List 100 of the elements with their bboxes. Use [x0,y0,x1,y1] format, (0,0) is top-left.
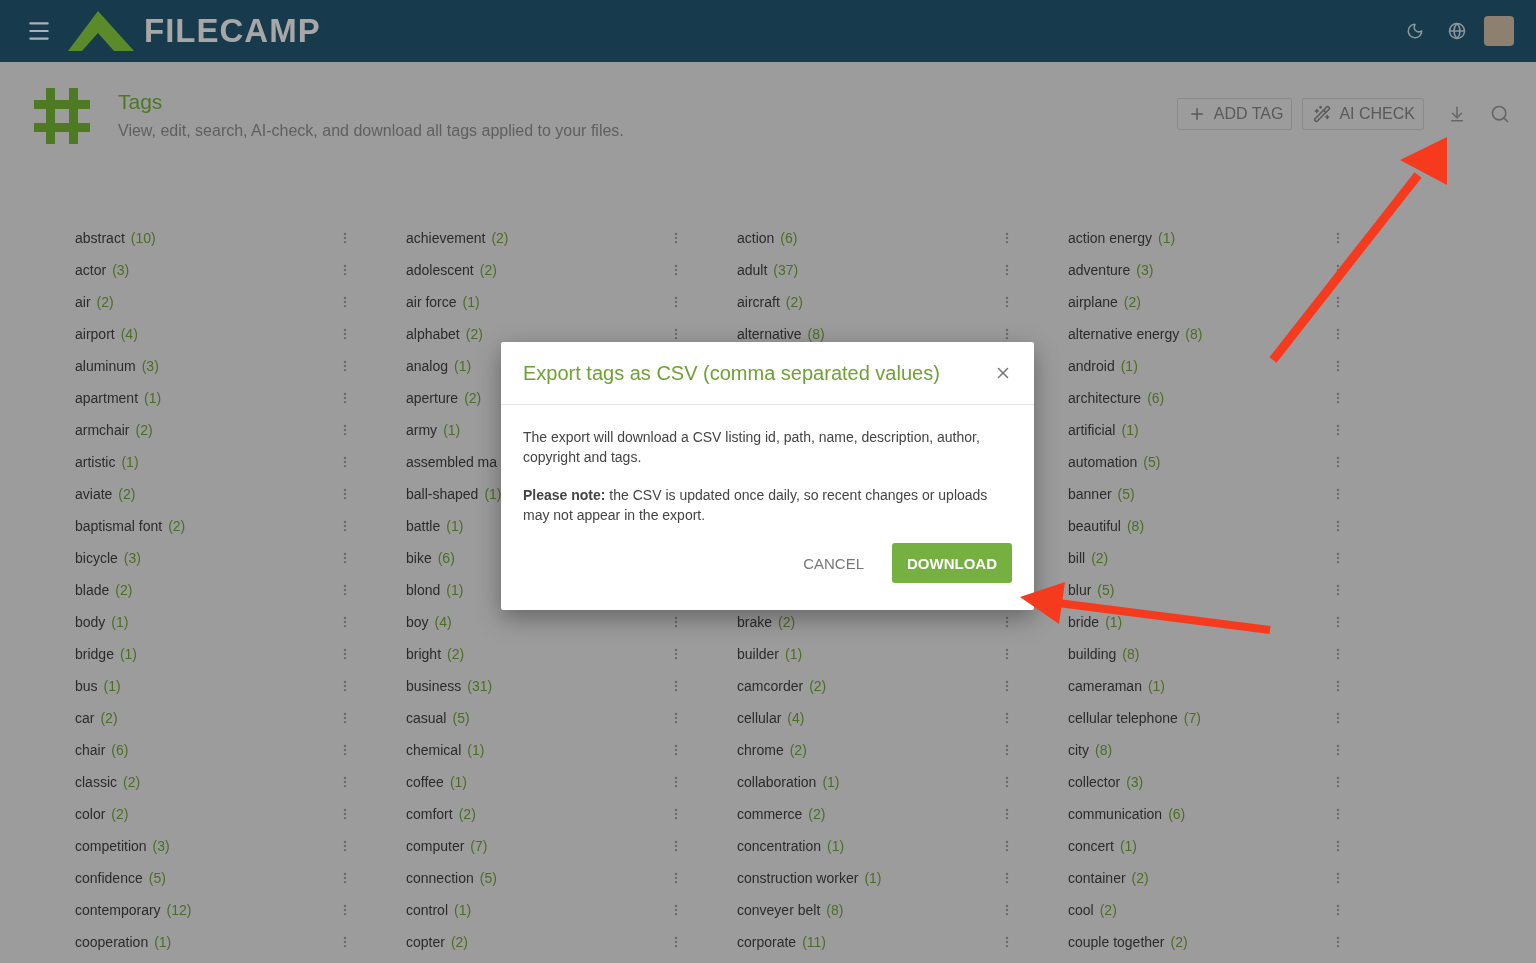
tag-name[interactable]: cameraman [1068,678,1142,694]
tag-count: (1) [454,902,472,918]
tag-name[interactable]: business [406,678,462,694]
cancel-button[interactable]: CANCEL [789,544,878,582]
tag-name[interactable]: camcorder [737,678,804,694]
tag-name[interactable]: body [75,614,106,630]
tag-name[interactable]: concentration [737,838,822,854]
tag-name[interactable]: city [1068,742,1089,758]
avatar[interactable] [1484,16,1514,46]
tag-name[interactable]: container [1068,870,1126,886]
tag-name[interactable]: construction worker [737,870,859,886]
tag-count: (5) [479,870,497,886]
tag-name[interactable]: casual [406,710,447,726]
tag-name[interactable]: airplane [1068,294,1118,310]
tag-name[interactable]: air [75,294,91,310]
tag-name[interactable]: action energy [1068,230,1153,246]
tag-name[interactable]: car [75,710,95,726]
tag-name[interactable]: adventure [1068,262,1131,278]
tag-name[interactable]: army [406,422,438,438]
tag-name[interactable]: bike [406,550,432,566]
tag-name[interactable]: bus [75,678,98,694]
tag-count: (1) [1120,358,1138,374]
tag-name[interactable]: action [737,230,775,246]
search-icon[interactable] [1490,104,1510,124]
tag-name[interactable]: apartment [75,390,139,406]
tag-name[interactable]: classic [75,774,117,790]
tag-name[interactable]: banner [1068,486,1112,502]
tag-name[interactable]: beautiful [1068,518,1121,534]
tag-name[interactable]: chrome [737,742,784,758]
tag-name[interactable]: communication [1068,806,1163,822]
tag-name[interactable]: building [1068,646,1117,662]
tag-name[interactable]: concert [1068,838,1114,854]
tag-name[interactable]: abstract [75,230,125,246]
tag-count: (2) [809,678,827,694]
moon-icon[interactable] [1406,22,1424,40]
tag-name[interactable]: bride [1068,614,1100,630]
tag-name[interactable]: bridge [75,646,114,662]
tag-name[interactable]: assembled ma [406,454,498,470]
globe-icon[interactable] [1448,22,1466,40]
tag-name[interactable]: computer [406,838,465,854]
tag-name[interactable]: bill [1068,550,1086,566]
tag-name[interactable]: ball-shaped [406,486,479,502]
tag-name[interactable]: chemical [406,742,462,758]
tag-name[interactable]: blade [75,582,110,598]
tag-name[interactable]: couple together [1068,934,1165,950]
tag-name[interactable]: copter [406,934,445,950]
tag-name[interactable]: conveyer belt [737,902,821,918]
tag-name[interactable]: comfort [406,806,453,822]
tag-name[interactable]: contemporary [75,902,161,918]
tag-name[interactable]: cooperation [75,934,149,950]
tag-name[interactable]: brake [737,614,773,630]
tag-name[interactable]: analog [406,358,449,374]
tag-name[interactable]: armchair [75,422,130,438]
tag-count: (6) [1147,390,1165,406]
tag-name[interactable]: competition [75,838,147,854]
tag-name[interactable]: cellular [737,710,782,726]
tag-name[interactable]: confidence [75,870,143,886]
tag-name[interactable]: battle [406,518,441,534]
tag-name[interactable]: actor [75,262,107,278]
tag-name[interactable]: aviate [75,486,113,502]
tag-name[interactable]: cellular telephone [1068,710,1178,726]
tag-name[interactable]: control [406,902,449,918]
tag-count: (1) [467,742,485,758]
tag-name[interactable]: collaboration [737,774,817,790]
tag-name[interactable]: cool [1068,902,1094,918]
tag-name[interactable]: corporate [737,934,797,950]
tag-count: (2) [465,326,483,342]
tag-name[interactable]: aircraft [737,294,780,310]
tag-name[interactable]: artistic [75,454,116,470]
tag-name[interactable]: artificial [1068,422,1116,438]
tag-name[interactable]: achievement [406,230,486,246]
tag-name[interactable]: coffee [406,774,444,790]
tag-name[interactable]: alphabet [406,326,460,342]
tag-name[interactable]: chair [75,742,106,758]
tag-count: (2) [100,710,118,726]
tag-name[interactable]: commerce [737,806,803,822]
tag-name[interactable]: boy [406,614,429,630]
tag-name[interactable]: aperture [406,390,459,406]
tag-name[interactable]: bright [406,646,442,662]
tag-name[interactable]: automation [1068,454,1138,470]
tag-name[interactable]: air force [406,294,457,310]
tag-name[interactable]: alternative [737,326,802,342]
tag-name[interactable]: color [75,806,106,822]
tag-name[interactable]: connection [406,870,474,886]
tag-name[interactable]: android [1068,358,1115,374]
tag-name[interactable]: adolescent [406,262,474,278]
tag-name[interactable]: blur [1068,582,1092,598]
tag-name[interactable]: bicycle [75,550,118,566]
tag-name[interactable]: builder [737,646,780,662]
tag-name[interactable]: architecture [1068,390,1142,406]
tag-name[interactable]: alternative energy [1068,326,1180,342]
tag-name[interactable]: baptismal font [75,518,163,534]
tag-name[interactable]: blond [406,582,441,598]
tag-count: (2) [789,742,807,758]
tag-name[interactable]: adult [737,262,768,278]
download-icon[interactable] [1448,105,1466,123]
tag-name[interactable]: aluminum [75,358,136,374]
tag-count: (2) [96,294,114,310]
tag-name[interactable]: airport [75,326,115,342]
tag-name[interactable]: collector [1068,774,1121,790]
